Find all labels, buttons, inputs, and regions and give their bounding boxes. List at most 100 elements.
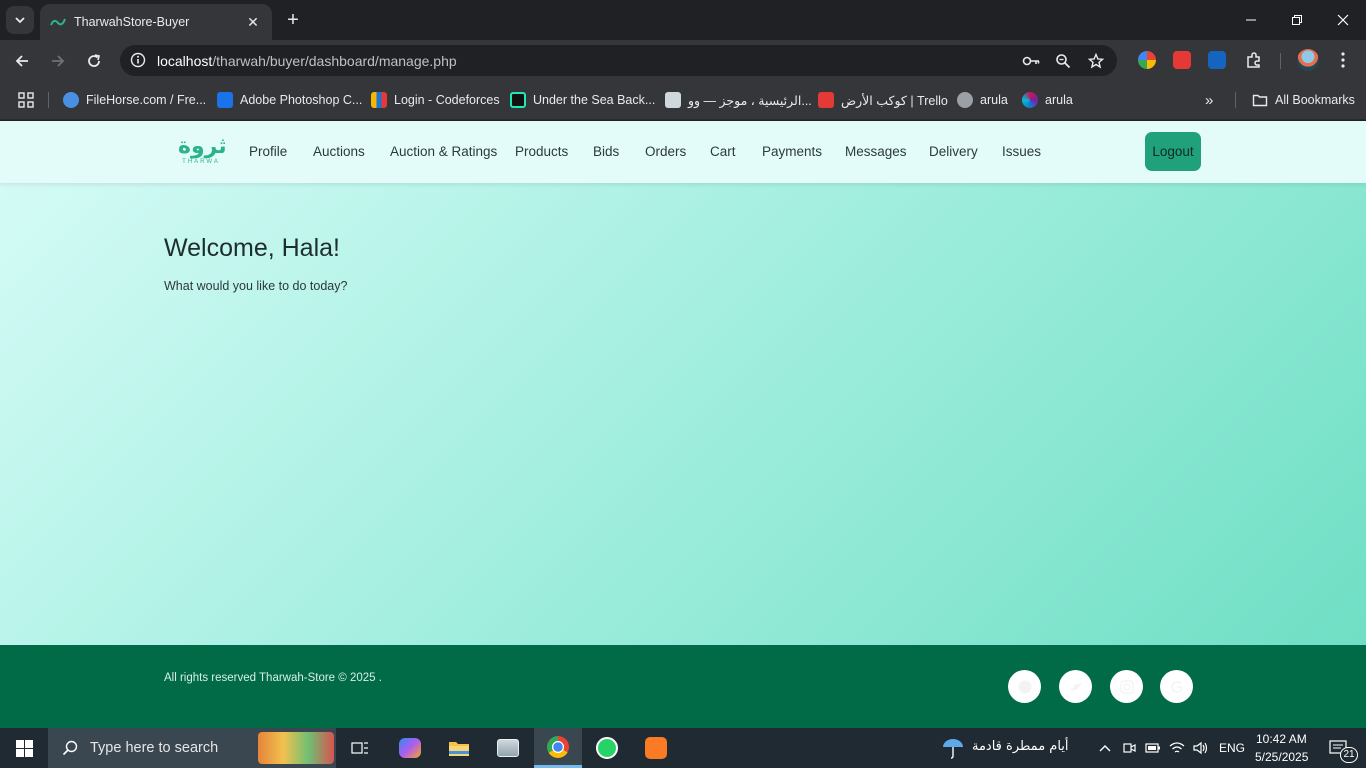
- close-window-button[interactable]: [1320, 0, 1366, 40]
- bookmark-item[interactable]: Login - Codeforces: [371, 91, 500, 109]
- dashboard-main: Welcome, Hala! What would you like to do…: [0, 183, 1366, 645]
- taskbar-search[interactable]: Type here to search: [48, 728, 336, 768]
- meet-now-icon[interactable]: [1118, 728, 1140, 768]
- google-link[interactable]: [1160, 670, 1193, 703]
- xampp-app[interactable]: [632, 728, 680, 768]
- bookmark-star-icon[interactable]: [1086, 51, 1106, 71]
- bookmarks-overflow-button[interactable]: »: [1205, 91, 1213, 109]
- bookmark-item[interactable]: arula: [1022, 91, 1073, 109]
- image-viewer-app[interactable]: [484, 728, 532, 768]
- restore-icon: [1292, 15, 1302, 25]
- bookmark-item[interactable]: arula: [957, 91, 1008, 109]
- instagram-link[interactable]: [1110, 670, 1143, 703]
- browser-tab-bar: TharwahStore-Buyer ✕ +: [0, 0, 1366, 40]
- close-icon: [1337, 14, 1349, 26]
- menu-kebab-icon[interactable]: [1333, 50, 1353, 70]
- windows-logo-icon: [15, 739, 33, 757]
- restore-button[interactable]: [1274, 0, 1320, 40]
- nav-payments[interactable]: Payments: [762, 144, 822, 159]
- bookmark-item[interactable]: كوكب الأرض | Trello: [818, 91, 948, 109]
- weather-text[interactable]: أيام ممطرة قادمة: [972, 739, 1069, 754]
- nav-issues[interactable]: Issues: [1002, 144, 1041, 159]
- forward-button[interactable]: [45, 48, 71, 74]
- facebook-link[interactable]: [1008, 670, 1041, 703]
- copyright-text: All rights reserved Tharwah-Store © 2025…: [164, 672, 382, 684]
- bookmark-label: الرئيسية ، موجز — وو...: [688, 93, 812, 108]
- apps-grid-button[interactable]: [18, 91, 34, 109]
- url-path: /tharwah/buyer/dashboard/manage.php: [212, 53, 457, 69]
- extension-color-icon[interactable]: [1138, 51, 1156, 69]
- tab-search-button[interactable]: [6, 6, 34, 34]
- task-view-button[interactable]: [336, 728, 384, 768]
- nav-bids[interactable]: Bids: [593, 144, 619, 159]
- profile-avatar[interactable]: [1297, 49, 1319, 71]
- back-button[interactable]: [9, 48, 35, 74]
- twitter-icon: [1069, 682, 1082, 690]
- image-viewer-icon: [497, 739, 519, 757]
- nav-products[interactable]: Products: [515, 144, 568, 159]
- logo-arabic-text: ثروة: [178, 134, 227, 159]
- reload-button[interactable]: [81, 48, 107, 74]
- taskbar-search-placeholder: Type here to search: [90, 740, 219, 756]
- toolbar-divider: [1280, 53, 1281, 69]
- tharwa-favicon-icon: [50, 16, 66, 28]
- weather-widget-icon[interactable]: [937, 728, 969, 768]
- windows-taskbar: Type here to search أيام ممطرة قادمة ENG: [0, 728, 1366, 768]
- clock-time[interactable]: 10:42 AM: [1256, 732, 1307, 746]
- nav-auction-ratings[interactable]: Auction & Ratings: [390, 144, 497, 159]
- extensions-puzzle-icon[interactable]: [1244, 50, 1264, 70]
- arrow-left-icon: [15, 55, 28, 67]
- bookmark-label: Under the Sea Back...: [533, 93, 656, 107]
- site-navbar: ثروة THARWA Profile Auctions Auction & R…: [0, 121, 1366, 183]
- bookmark-label: كوكب الأرض | Trello: [841, 93, 948, 108]
- bookmark-item[interactable]: Under the Sea Back...: [510, 91, 655, 109]
- logout-button[interactable]: Logout: [1145, 132, 1201, 171]
- minimize-button[interactable]: [1228, 0, 1274, 40]
- nav-messages[interactable]: Messages: [845, 144, 907, 159]
- arrow-right-icon: [52, 55, 65, 67]
- nav-profile[interactable]: Profile: [249, 144, 287, 159]
- new-tab-button[interactable]: +: [282, 9, 304, 31]
- bookmark-item[interactable]: الرئيسية ، موجز — وو...: [665, 91, 812, 109]
- clock-date[interactable]: 5/25/2025: [1255, 750, 1308, 764]
- copilot-app[interactable]: [386, 728, 434, 768]
- url-text: localhost/tharwah/buyer/dashboard/manage…: [157, 53, 457, 69]
- bookmark-label: FileHorse.com / Fre...: [86, 93, 207, 107]
- extension-fi-icon[interactable]: [1208, 51, 1226, 69]
- tray-overflow-chevron-icon[interactable]: [1094, 728, 1116, 768]
- site-info-icon[interactable]: [130, 52, 146, 68]
- address-bar[interactable]: localhost/tharwah/buyer/dashboard/manage…: [120, 45, 1117, 76]
- start-button[interactable]: [0, 728, 48, 768]
- password-key-icon[interactable]: [1021, 51, 1041, 71]
- volume-icon[interactable]: [1190, 728, 1212, 768]
- bookmark-item[interactable]: Adobe Photoshop C...: [217, 91, 362, 109]
- nav-delivery[interactable]: Delivery: [929, 144, 978, 159]
- wifi-icon[interactable]: [1166, 728, 1188, 768]
- language-indicator[interactable]: ENG: [1219, 741, 1245, 755]
- battery-icon[interactable]: [1142, 728, 1164, 768]
- nav-orders[interactable]: Orders: [645, 144, 686, 159]
- nav-auctions[interactable]: Auctions: [313, 144, 365, 159]
- zoom-icon[interactable]: [1053, 51, 1073, 71]
- url-host: localhost: [157, 53, 213, 69]
- facebook-icon: [1018, 680, 1031, 693]
- all-bookmarks-button[interactable]: All Bookmarks: [1252, 91, 1355, 109]
- browser-tab[interactable]: TharwahStore-Buyer ✕: [40, 4, 272, 40]
- bookmark-label: Adobe Photoshop C...: [240, 93, 363, 107]
- instagram-icon: [1119, 679, 1134, 694]
- notification-center-button[interactable]: 21: [1318, 728, 1358, 768]
- welcome-heading: Welcome, Hala!: [164, 234, 340, 262]
- twitter-link[interactable]: [1059, 670, 1092, 703]
- tab-close-button[interactable]: ✕: [244, 14, 262, 31]
- task-view-icon: [351, 742, 368, 754]
- link-icon: [217, 92, 233, 108]
- whatsapp-app[interactable]: [583, 728, 631, 768]
- chrome-app[interactable]: [534, 728, 582, 768]
- tab-title: TharwahStore-Buyer: [74, 15, 190, 29]
- minimize-icon: [1246, 19, 1256, 21]
- file-explorer-app[interactable]: [435, 728, 483, 768]
- extension-acrobat-icon[interactable]: [1173, 51, 1191, 69]
- nav-cart[interactable]: Cart: [710, 144, 736, 159]
- tharwa-logo[interactable]: ثروة THARWA: [178, 134, 227, 171]
- bookmark-item[interactable]: FileHorse.com / Fre...: [63, 91, 206, 109]
